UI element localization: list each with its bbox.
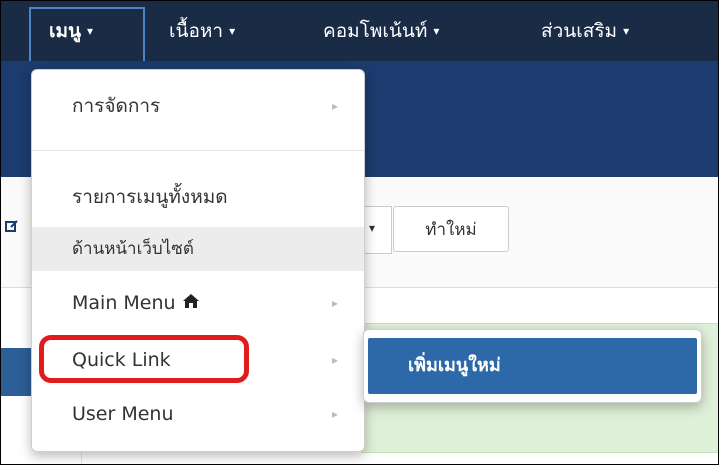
toolbar-dropdown-toggle[interactable]: ▾	[363, 206, 392, 254]
dropdown-item-label: Main Menu	[72, 292, 176, 314]
caret-down-icon: ▾	[623, 24, 630, 38]
caret-down-icon: ▾	[433, 24, 440, 38]
app-window: เมนู ▾ เนื้อหา ▾ คอมโพเน้นท์ ▾ ส่วนเสริม ▾ ▾…	[0, 0, 719, 465]
edit-icon[interactable]	[5, 219, 19, 233]
chevron-right-icon: ▸	[332, 296, 339, 310]
top-navbar: เมนู ▾ เนื้อหา ▾ คอมโพเน้นท์ ▾ ส่วนเสริม ▾	[1, 1, 718, 65]
nav-extensions-label: ส่วนเสริม	[541, 20, 618, 42]
dropdown-divider	[32, 150, 364, 151]
dropdown-item-all-menu-items[interactable]: รายการเมนูทั้งหมด	[32, 175, 364, 219]
new-button[interactable]: ทำใหม่	[393, 206, 509, 252]
nav-menu-label: เมนู	[49, 20, 82, 42]
submenu-item-add-new-menu[interactable]: เพิ่มเมนูใหม่	[368, 338, 697, 394]
dropdown-item-label-wrap: Main Menu	[72, 281, 200, 326]
sidebar-active-strip[interactable]	[1, 348, 31, 396]
dropdown-item-user-menu[interactable]: User Menu ▸	[32, 392, 364, 436]
nav-extensions[interactable]: ส่วนเสริม ▾	[541, 1, 629, 61]
nav-content-label: เนื้อหา	[169, 20, 224, 42]
home-icon	[182, 282, 200, 326]
caret-down-icon: ▾	[229, 24, 236, 38]
nav-components-label: คอมโพเน้นท์	[323, 20, 428, 42]
dropdown-item-label: User Menu	[72, 403, 174, 425]
dropdown-item-label: ด้านหน้าเว็บไซต์	[72, 239, 194, 259]
dropdown-item-main-menu[interactable]: Main Menu ▸	[32, 281, 364, 325]
dropdown-item-site-header[interactable]: ด้านหน้าเว็บไซต์	[32, 227, 364, 271]
chevron-right-icon: ▸	[332, 353, 339, 367]
menu-dropdown: การจัดการ ▸ รายการเมนูทั้งหมด ด้านหน้าเว…	[31, 69, 365, 452]
quick-link-submenu: เพิ่มเมนูใหม่	[363, 329, 702, 403]
nav-menu[interactable]: เมนู ▾	[49, 1, 93, 61]
nav-content[interactable]: เนื้อหา ▾	[169, 1, 235, 61]
caret-down-icon: ▾	[87, 24, 94, 38]
submenu-item-label: เพิ่มเมนูใหม่	[408, 355, 501, 376]
dropdown-item-label: การจัดการ	[72, 95, 161, 117]
chevron-right-icon: ▸	[332, 407, 339, 421]
dropdown-item-manage[interactable]: การจัดการ ▸	[32, 84, 364, 128]
highlight-callout	[39, 335, 249, 383]
chevron-right-icon: ▸	[332, 99, 339, 113]
dropdown-item-label: รายการเมนูทั้งหมด	[72, 186, 228, 208]
caret-down-icon: ▾	[369, 221, 376, 235]
nav-components[interactable]: คอมโพเน้นท์ ▾	[323, 1, 439, 61]
